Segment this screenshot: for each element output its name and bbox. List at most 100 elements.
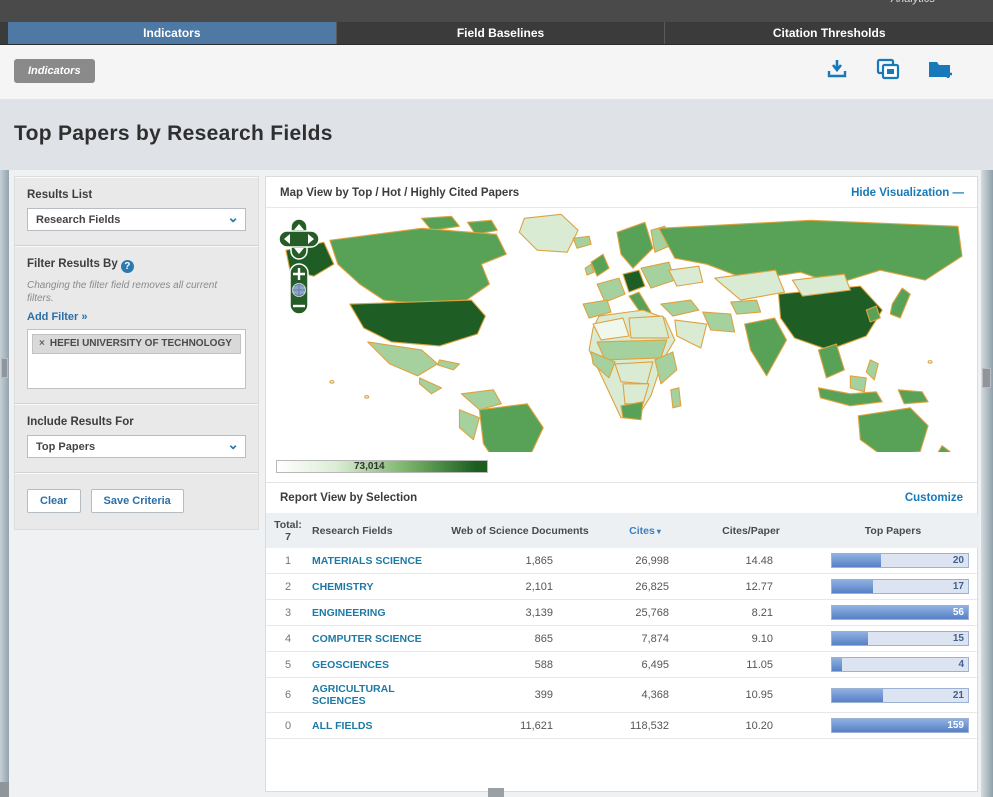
research-field-link[interactable]: CHEMISTRY — [312, 581, 373, 593]
include-results-section: Include Results For Top Papers ⌄ — [15, 404, 258, 473]
clear-button[interactable]: Clear — [27, 489, 81, 513]
row-cites: 118,532 — [595, 713, 695, 739]
research-field-link[interactable]: GEOSCIENCES — [312, 659, 389, 671]
top-papers-bar-fill — [832, 632, 868, 645]
row-field: ALL FIELDS — [310, 713, 445, 739]
top-papers-value: 17 — [953, 581, 964, 592]
results-list-dropdown[interactable]: Research Fields ⌄ — [27, 208, 246, 231]
row-top-papers: 21 — [807, 678, 979, 713]
column-cites-sort[interactable]: Cites▾ — [595, 514, 695, 548]
map-legend: 0 73,014 — [276, 458, 977, 474]
tab-indicators[interactable]: Indicators — [8, 22, 336, 44]
top-papers-bar-fill — [832, 658, 842, 671]
row-documents: 3,139 — [445, 600, 595, 626]
top-papers-bar-fill — [832, 580, 873, 593]
top-papers-value: 159 — [947, 720, 964, 731]
table-row: 1 MATERIALS SCIENCE 1,865 26,998 14.48 2… — [266, 548, 979, 574]
save-criteria-button[interactable]: Save Criteria — [91, 489, 184, 513]
top-papers-value: 20 — [953, 555, 964, 566]
right-scrollbar-thumb[interactable] — [982, 368, 991, 388]
right-scrollbar[interactable] — [981, 170, 993, 797]
brand-text: Analytics — [891, 0, 935, 5]
add-filter-link[interactable]: Add Filter » — [27, 311, 246, 323]
filters-sidebar: Results List Research Fields ⌄ Filter Re… — [14, 176, 259, 530]
page-title: Top Papers by Research Fields — [14, 122, 333, 146]
row-cites: 6,495 — [595, 652, 695, 678]
filter-chip[interactable]: × HEFEI UNIVERSITY OF TECHNOLOGY — [32, 334, 241, 354]
research-field-link[interactable]: MATERIALS SCIENCE — [312, 555, 422, 567]
research-field-link[interactable]: AGRICULTURAL SCIENCES — [312, 683, 443, 707]
row-rank: 3 — [266, 600, 310, 626]
column-total: Total:7 — [266, 514, 310, 548]
row-documents: 588 — [445, 652, 595, 678]
row-field: AGRICULTURAL SCIENCES — [310, 678, 445, 713]
row-top-papers: 56 — [807, 600, 979, 626]
filter-chip-label: HEFEI UNIVERSITY OF TECHNOLOGY — [50, 338, 232, 350]
row-cites-per-paper: 9.10 — [695, 626, 807, 652]
left-scrollbar-thumb[interactable] — [1, 358, 8, 378]
row-cites-per-paper: 14.48 — [695, 548, 807, 574]
bottom-scrollbar-thumb[interactable] — [488, 788, 504, 797]
top-app-bar: Analytics — [0, 0, 993, 22]
research-field-link[interactable]: ENGINEERING — [312, 607, 386, 619]
top-papers-bar: 21 — [831, 688, 969, 703]
top-papers-value: 56 — [953, 607, 964, 618]
tab-citation-thresholds[interactable]: Citation Thresholds — [664, 22, 993, 44]
row-rank: 1 — [266, 548, 310, 574]
row-field: MATERIALS SCIENCE — [310, 548, 445, 574]
print-icon[interactable] — [875, 57, 901, 86]
map-pan-zoom-controls[interactable] — [278, 218, 320, 318]
remove-filter-icon[interactable]: × — [39, 338, 45, 350]
row-documents: 865 — [445, 626, 595, 652]
download-icon[interactable] — [825, 57, 849, 86]
research-field-link[interactable]: ALL FIELDS — [312, 720, 372, 732]
row-rank: 5 — [266, 652, 310, 678]
top-papers-value: 21 — [953, 690, 964, 701]
chevron-down-icon: ⌄ — [227, 212, 239, 222]
column-wos-documents: Web of Science Documents — [445, 514, 595, 548]
title-band: Top Papers by Research Fields — [0, 100, 993, 170]
map-view-header: Map View by Top / Hot / Highly Cited Pap… — [266, 177, 977, 208]
report-view-header: Report View by Selection Customize — [266, 482, 977, 514]
row-cites-per-paper: 8.21 — [695, 600, 807, 626]
add-to-folder-icon[interactable] — [927, 57, 955, 86]
main-tab-bar: Indicators Field Baselines Citation Thre… — [0, 22, 993, 45]
include-results-dropdown[interactable]: Top Papers ⌄ — [27, 435, 246, 458]
row-cites-per-paper: 12.77 — [695, 574, 807, 600]
tab-field-baselines[interactable]: Field Baselines — [336, 22, 665, 44]
row-cites: 4,368 — [595, 678, 695, 713]
row-cites: 7,874 — [595, 626, 695, 652]
world-map-area — [266, 208, 977, 456]
chevron-down-icon: ⌄ — [227, 439, 239, 449]
row-cites: 26,998 — [595, 548, 695, 574]
left-scrollbar[interactable] — [0, 170, 9, 797]
table-row: 5 GEOSCIENCES 588 6,495 11.05 4 — [266, 652, 979, 678]
top-papers-bar: 15 — [831, 631, 969, 646]
main-panel: Map View by Top / Hot / Highly Cited Pap… — [265, 176, 978, 792]
row-cites-per-paper: 10.95 — [695, 678, 807, 713]
hide-visualization-link[interactable]: Hide Visualization — — [851, 187, 963, 199]
left-bottom-scrollbar-thumb[interactable] — [0, 782, 9, 797]
top-papers-value: 4 — [958, 659, 964, 670]
column-top-papers: Top Papers — [807, 514, 979, 548]
row-documents: 2,101 — [445, 574, 595, 600]
column-research-fields: Research Fields — [310, 514, 445, 548]
content-area: Results List Research Fields ⌄ Filter Re… — [0, 170, 993, 797]
table-row: 4 COMPUTER SCIENCE 865 7,874 9.10 15 — [266, 626, 979, 652]
active-filters-box: × HEFEI UNIVERSITY OF TECHNOLOGY — [27, 329, 246, 389]
customize-link[interactable]: Customize — [905, 492, 963, 504]
top-papers-bar-fill — [832, 689, 883, 702]
table-row: 2 CHEMISTRY 2,101 26,825 12.77 17 — [266, 574, 979, 600]
row-documents: 11,621 — [445, 713, 595, 739]
row-field: CHEMISTRY — [310, 574, 445, 600]
top-papers-bar: 17 — [831, 579, 969, 594]
minus-icon: — — [953, 187, 964, 199]
breadcrumb-indicators-button[interactable]: Indicators — [14, 59, 95, 83]
row-cites: 26,825 — [595, 574, 695, 600]
help-icon[interactable]: ? — [121, 260, 134, 273]
row-rank: 2 — [266, 574, 310, 600]
criteria-buttons-section: Clear Save Criteria — [15, 473, 258, 529]
choropleth-world-map[interactable] — [272, 212, 970, 452]
research-field-link[interactable]: COMPUTER SCIENCE — [312, 633, 422, 645]
column-cites-per-paper: Cites/Paper — [695, 514, 807, 548]
